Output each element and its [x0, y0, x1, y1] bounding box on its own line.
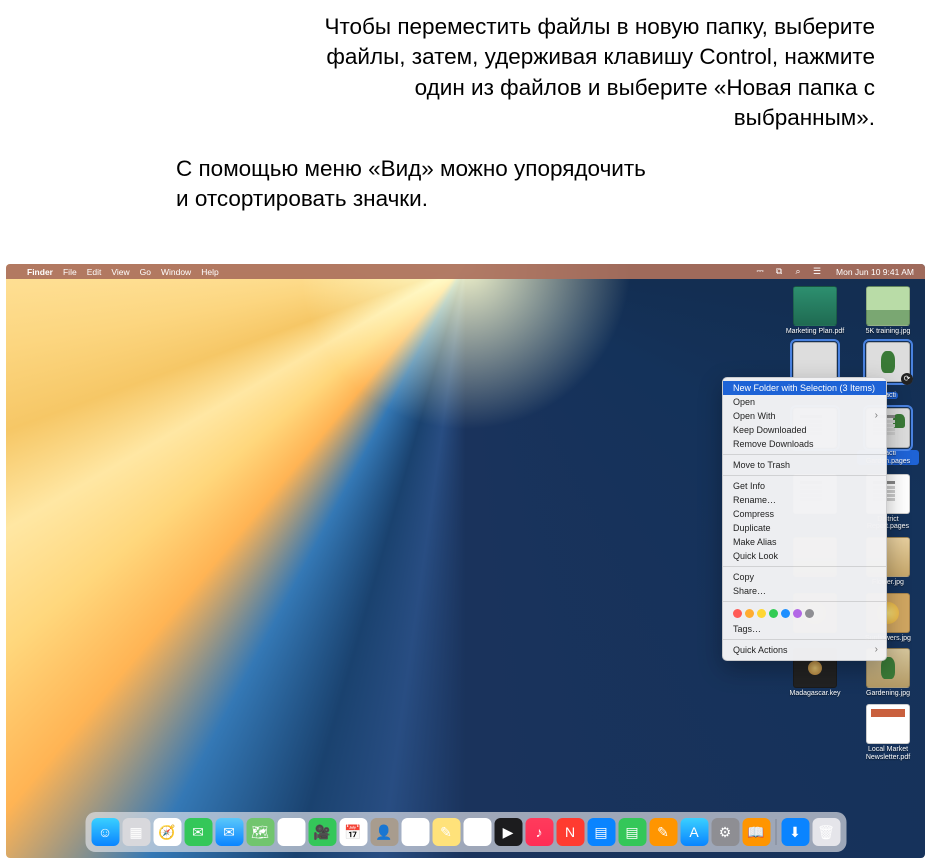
dock-separator — [775, 819, 776, 845]
context-menu-item[interactable]: Move to Trash — [723, 458, 886, 472]
tag-color[interactable] — [781, 609, 790, 618]
menubar-item-window[interactable]: Window — [156, 267, 196, 277]
menubar: FinderFileEditViewGoWindowHelp ⎓ ⧉ ⌕ ☰ M… — [6, 264, 925, 279]
tag-color[interactable] — [757, 609, 766, 618]
context-menu-item[interactable]: Keep Downloaded — [723, 423, 886, 437]
menubar-status: ⎓ ⧉ ⌕ ☰ Mon Jun 10 9:41 AM — [755, 267, 919, 277]
context-menu-item[interactable]: Make Alias — [723, 535, 886, 549]
dock-app-tv[interactable]: ▶ — [494, 818, 522, 846]
menubar-item-finder[interactable]: Finder — [22, 267, 58, 277]
context-menu-item[interactable]: Rename… — [723, 493, 886, 507]
dock-app-reminders[interactable]: ☑ — [401, 818, 429, 846]
tag-color[interactable] — [793, 609, 802, 618]
context-menu-item[interactable]: Open — [723, 395, 886, 409]
control-center-icon[interactable]: ☰ — [812, 267, 822, 277]
tag-color-row — [723, 605, 886, 622]
file-thumbnail — [793, 342, 837, 382]
search-icon[interactable]: ⌕ — [793, 267, 803, 277]
desktop-item[interactable]: Marketing Plan.pdf — [784, 286, 846, 336]
dock-app-pages[interactable]: ✎ — [649, 818, 677, 846]
context-menu-item[interactable]: New Folder with Selection (3 Items) — [723, 381, 886, 395]
sync-icon: ⟳ — [901, 373, 913, 385]
tag-color[interactable] — [805, 609, 814, 618]
context-menu-item[interactable]: Quick Actions — [723, 643, 886, 657]
context-menu-item[interactable]: Remove Downloads — [723, 437, 886, 451]
file-thumbnail: ⟳ — [866, 342, 910, 382]
menu-separator — [723, 475, 886, 476]
dock-app-maps[interactable]: 🗺 — [246, 818, 274, 846]
dock-app-mail[interactable]: ✉ — [215, 818, 243, 846]
dock-app-trash[interactable]: 🗑 — [812, 818, 840, 846]
file-label: 5K training.jpg — [857, 328, 919, 336]
context-menu-item[interactable]: Quick Look — [723, 549, 886, 563]
menubar-item-help[interactable]: Help — [196, 267, 223, 277]
context-menu: New Folder with Selection (3 Items)OpenO… — [722, 377, 887, 661]
dock-app-settings[interactable]: ⚙ — [711, 818, 739, 846]
dock-app-appstore[interactable]: A — [680, 818, 708, 846]
desktop-item[interactable]: 5K training.jpg — [857, 286, 919, 336]
dock-app-freeform[interactable]: ✏ — [463, 818, 491, 846]
dock-app-books[interactable]: 📖 — [742, 818, 770, 846]
dock-app-contacts[interactable]: 👤 — [370, 818, 398, 846]
dock-app-numbers[interactable]: ▤ — [618, 818, 646, 846]
menu-separator — [723, 601, 886, 602]
menu-separator — [723, 454, 886, 455]
menubar-item-go[interactable]: Go — [135, 267, 156, 277]
dock-app-photos[interactable]: ✿ — [277, 818, 305, 846]
menu-separator — [723, 639, 886, 640]
context-menu-item[interactable]: Copy — [723, 570, 886, 584]
context-menu-item[interactable]: Get Info — [723, 479, 886, 493]
dock-app-calendar[interactable]: 📅 — [339, 818, 367, 846]
menubar-item-view[interactable]: View — [106, 267, 134, 277]
file-label: Local Market Newsletter.pdf — [857, 746, 919, 761]
callout-new-folder: Чтобы переместить файлы в новую папку, в… — [285, 12, 875, 134]
desktop-item[interactable]: Local Market Newsletter.pdf — [857, 704, 919, 761]
file-thumbnail — [866, 704, 910, 744]
dock-app-safari[interactable]: 🧭 — [153, 818, 181, 846]
wifi-icon[interactable]: ⧉ — [774, 267, 784, 277]
menubar-item-edit[interactable]: Edit — [82, 267, 107, 277]
context-menu-item[interactable]: Tags… — [723, 622, 886, 636]
callout-view-menu: С помощью меню «Вид» можно упорядочить и… — [176, 154, 653, 215]
dock-app-music[interactable]: ♪ — [525, 818, 553, 846]
menubar-item-file[interactable]: File — [58, 267, 82, 277]
tag-color[interactable] — [769, 609, 778, 618]
context-menu-item[interactable]: Share… — [723, 584, 886, 598]
menu-separator — [723, 566, 886, 567]
file-label: Madagascar.key — [784, 690, 846, 698]
file-thumbnail — [866, 286, 910, 326]
menubar-datetime[interactable]: Mon Jun 10 9:41 AM — [831, 267, 919, 277]
dock-app-finder[interactable]: ☺ — [91, 818, 119, 846]
dock-app-launchpad[interactable]: ▦ — [122, 818, 150, 846]
context-menu-item[interactable]: Open With — [723, 409, 886, 423]
context-menu-item[interactable]: Compress — [723, 507, 886, 521]
file-label: Marketing Plan.pdf — [784, 328, 846, 336]
tag-color[interactable] — [745, 609, 754, 618]
dock-app-notes[interactable]: ✎ — [432, 818, 460, 846]
dock: ☺▦🧭✉✉🗺✿🎥📅👤☑✎✏▶♪N▤▤✎A⚙📖⬇🗑 — [85, 812, 846, 852]
file-thumbnail — [793, 286, 837, 326]
context-menu-item[interactable]: Duplicate — [723, 521, 886, 535]
dock-app-keynote[interactable]: ▤ — [587, 818, 615, 846]
battery-icon[interactable]: ⎓ — [755, 267, 765, 277]
file-label: Gardening.jpg — [857, 690, 919, 698]
dock-app-news[interactable]: N — [556, 818, 584, 846]
tag-color[interactable] — [733, 609, 742, 618]
screenshot-desktop: FinderFileEditViewGoWindowHelp ⎓ ⧉ ⌕ ☰ M… — [6, 264, 925, 858]
dock-app-facetime[interactable]: 🎥 — [308, 818, 336, 846]
dock-app-downloads[interactable]: ⬇ — [781, 818, 809, 846]
dock-app-messages[interactable]: ✉ — [184, 818, 212, 846]
